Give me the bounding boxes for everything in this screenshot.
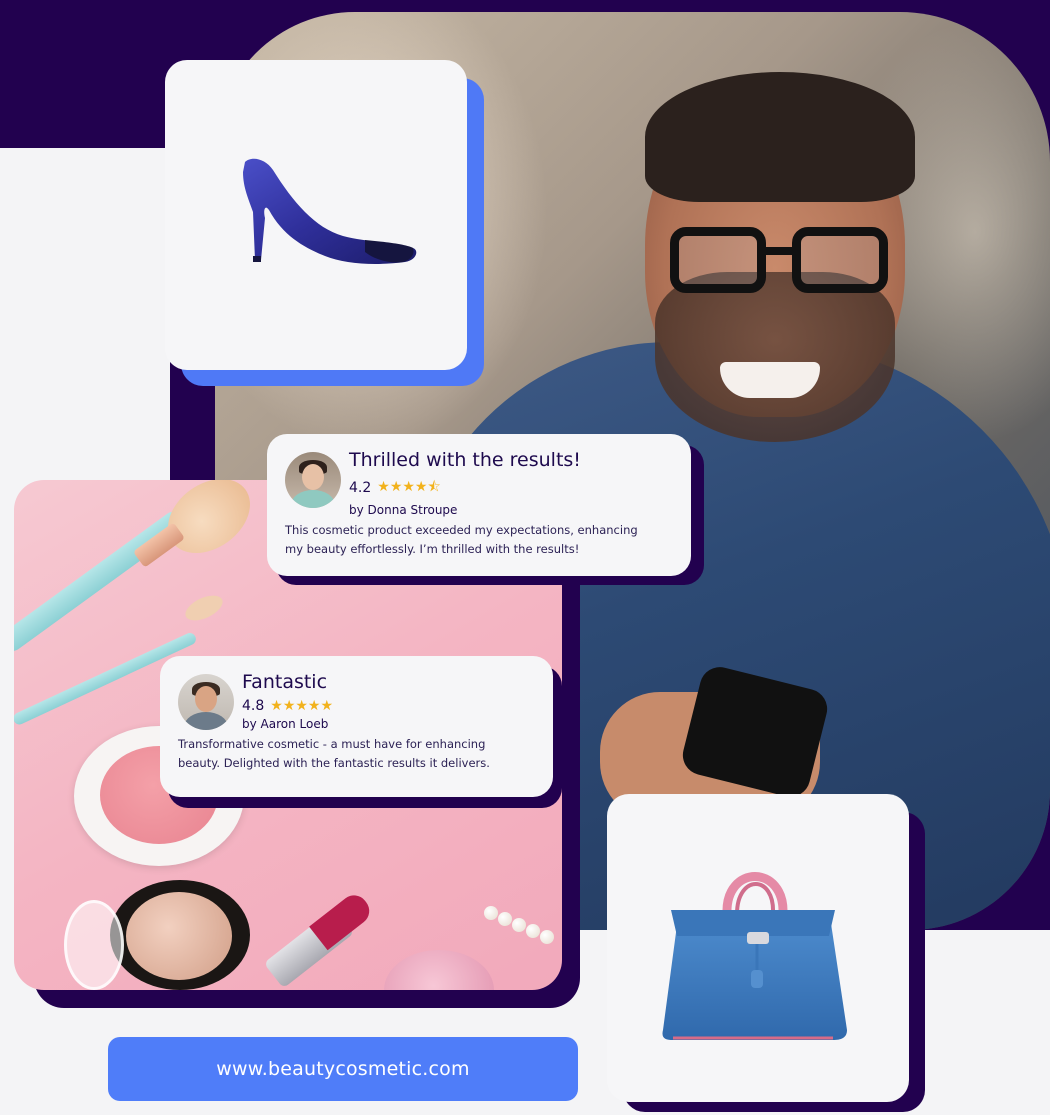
avatar <box>178 674 234 730</box>
pink-glitter-compact <box>384 950 494 990</box>
avatar <box>285 452 341 508</box>
pearl <box>526 924 540 938</box>
star-rating-icon: ★★★★⯪ <box>377 479 441 495</box>
pearl <box>512 918 526 932</box>
website-url-button[interactable]: www.beautycosmetic.com <box>108 1037 578 1101</box>
pearl <box>498 912 512 926</box>
brush-tip-small <box>181 590 227 626</box>
pearl <box>540 930 554 944</box>
review-text: This cosmetic product exceeded my expect… <box>285 523 638 556</box>
bag-product-card[interactable] <box>607 794 909 1102</box>
star-rating-icon: ★★★★★ <box>270 698 334 714</box>
review-text: Transformative cosmetic - a must have fo… <box>178 737 490 770</box>
rating-value: 4.8 <box>242 698 265 714</box>
photo-smile <box>720 362 820 398</box>
rating-value: 4.2 <box>349 480 372 496</box>
open-compact-lid <box>64 900 124 990</box>
review-title: Fantastic <box>242 671 328 693</box>
high-heel-shoe-icon <box>243 158 417 264</box>
review-author: by Donna Stroupe <box>349 503 458 517</box>
review-title: Thrilled with the results! <box>349 449 581 471</box>
review-card: Thrilled with the results! 4.2 ★★★★⯪ by … <box>267 434 691 576</box>
left-light-panel <box>0 148 170 498</box>
review-card: Fantastic 4.8 ★★★★★ by Aaron Loeb Transf… <box>160 656 553 797</box>
review-author: by Aaron Loeb <box>242 717 329 731</box>
pearl <box>484 906 498 920</box>
website-url-label: www.beautycosmetic.com <box>216 1058 470 1080</box>
photo-hair <box>645 72 915 202</box>
shoe-product-card[interactable] <box>165 60 467 370</box>
eyeshadow-compact <box>110 880 250 990</box>
handbag-icon <box>662 872 847 1040</box>
photo-beard <box>655 272 895 442</box>
photo-glasses <box>670 227 890 297</box>
